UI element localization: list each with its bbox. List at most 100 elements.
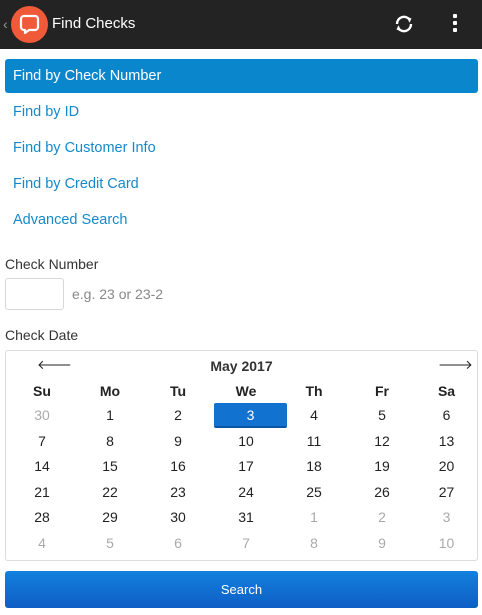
calendar-day[interactable]: 24 bbox=[214, 480, 278, 506]
calendar-day[interactable]: 5 bbox=[350, 403, 414, 429]
search-button[interactable]: Search bbox=[5, 571, 478, 608]
calendar-day[interactable]: 5 bbox=[78, 531, 142, 557]
overflow-menu-icon[interactable] bbox=[452, 14, 458, 34]
calendar-day[interactable]: 31 bbox=[214, 505, 278, 531]
calendar-day[interactable]: 14 bbox=[6, 454, 78, 480]
calendar-day[interactable]: 23 bbox=[142, 480, 214, 506]
calendar-week-row: 30 1 2 3 4 5 6 bbox=[6, 403, 477, 429]
check-number-input[interactable] bbox=[5, 278, 64, 310]
calendar-day-number: 5 bbox=[106, 534, 114, 551]
app-logo-icon[interactable] bbox=[11, 6, 48, 43]
calendar-day[interactable]: 1 bbox=[278, 505, 350, 531]
calendar-day[interactable]: 10 bbox=[414, 531, 479, 557]
nav-item-find-by-credit-card[interactable]: Find by Credit Card bbox=[5, 167, 478, 203]
calendar-day-number: 8 bbox=[310, 534, 318, 551]
calendar-day[interactable]: 9 bbox=[142, 429, 214, 455]
calendar-day-number: 6 bbox=[442, 407, 451, 423]
calendar-day-number: 19 bbox=[374, 458, 390, 475]
calendar-week-row: 28 29 30 31 1 2 3 bbox=[6, 505, 477, 531]
calendar-day-number: 30 bbox=[34, 407, 50, 423]
calendar-day[interactable]: 30 bbox=[6, 403, 78, 429]
calendar-day-number: 3 bbox=[442, 509, 451, 526]
nav-item-find-by-id[interactable]: Find by ID bbox=[5, 95, 478, 131]
calendar-day-number: 23 bbox=[170, 483, 186, 500]
calendar-day[interactable]: 12 bbox=[350, 429, 414, 455]
calendar-day[interactable]: 4 bbox=[6, 531, 78, 557]
calendar-day-number: 3 bbox=[214, 403, 287, 428]
calendar-day-selected[interactable]: 3 bbox=[214, 403, 287, 429]
calendar-day[interactable]: 3 bbox=[414, 505, 479, 531]
calendar-day-number: 14 bbox=[34, 458, 50, 475]
calendar-day[interactable]: 15 bbox=[78, 454, 142, 480]
calendar-day[interactable]: 8 bbox=[78, 429, 142, 455]
calendar-day[interactable]: 28 bbox=[6, 505, 78, 531]
calendar-day[interactable]: 18 bbox=[278, 454, 350, 480]
calendar-day[interactable]: 27 bbox=[414, 480, 479, 506]
calendar-day-number: 21 bbox=[34, 483, 50, 500]
calendar-day-number: 24 bbox=[238, 483, 254, 500]
calendar-day-number: 27 bbox=[438, 483, 455, 500]
calendar-day-number: 7 bbox=[38, 432, 46, 449]
calendar-day[interactable]: 10 bbox=[214, 429, 278, 455]
calendar-day-number: 8 bbox=[106, 432, 114, 449]
weekday-label: Fr bbox=[375, 383, 389, 399]
calendar-week-row: 14 15 16 17 18 19 20 bbox=[6, 454, 477, 480]
calendar-day[interactable]: 7 bbox=[214, 531, 278, 557]
calendar-month-label: May 2017 bbox=[210, 358, 273, 374]
calendar-day-number: 4 bbox=[38, 534, 46, 551]
calendar-day[interactable]: 19 bbox=[350, 454, 414, 480]
next-month-button[interactable]: 🡒 bbox=[438, 357, 473, 373]
app-bar: ‹ Find Checks bbox=[0, 0, 482, 49]
calendar-day[interactable]: 6 bbox=[142, 531, 214, 557]
calendar-day-number: 31 bbox=[238, 509, 254, 526]
calendar-day-number: 9 bbox=[378, 534, 386, 551]
calendar-day[interactable]: 21 bbox=[6, 480, 78, 506]
calendar-day[interactable]: 2 bbox=[142, 403, 214, 429]
nav-item-find-by-check-number[interactable]: Find by Check Number bbox=[5, 59, 478, 93]
calendar-day[interactable]: 4 bbox=[278, 403, 350, 429]
calendar-day[interactable]: 25 bbox=[278, 480, 350, 506]
refresh-icon[interactable] bbox=[393, 13, 415, 35]
calendar-day[interactable]: 16 bbox=[142, 454, 214, 480]
calendar-day[interactable]: 11 bbox=[278, 429, 350, 455]
nav-item-advanced-search[interactable]: Advanced Search bbox=[5, 203, 478, 239]
calendar-day[interactable]: 22 bbox=[78, 480, 142, 506]
calendar-day[interactable]: 8 bbox=[278, 531, 350, 557]
calendar-day[interactable]: 30 bbox=[142, 505, 214, 531]
weekday-header-row: Su Mo Tu We Th Fr Sa bbox=[6, 381, 477, 403]
calendar-day[interactable]: 7 bbox=[6, 429, 78, 455]
check-number-label: Check Number bbox=[5, 256, 99, 272]
calendar-day-number: 1 bbox=[310, 509, 318, 526]
calendar-day-number: 7 bbox=[242, 534, 250, 551]
calendar-day[interactable]: 9 bbox=[350, 531, 414, 557]
calendar-day-number: 10 bbox=[238, 432, 254, 449]
calendar-day[interactable]: 6 bbox=[414, 403, 479, 429]
calendar-day-number: 26 bbox=[374, 483, 390, 500]
calendar-day-number: 16 bbox=[170, 458, 186, 475]
calendar-day-number: 5 bbox=[378, 407, 386, 423]
calendar-day-number: 20 bbox=[438, 458, 455, 475]
calendar-day[interactable]: 1 bbox=[78, 403, 142, 429]
calendar-day-number: 2 bbox=[378, 509, 386, 526]
back-chevron-icon[interactable]: ‹ bbox=[3, 16, 8, 32]
calendar-day[interactable]: 17 bbox=[214, 454, 278, 480]
calendar-day-number: 1 bbox=[106, 407, 114, 423]
check-date-label: Check Date bbox=[5, 327, 79, 343]
date-picker-calendar: 🡐 May 2017 🡒 Su Mo Tu We Th Fr Sa 30 1 2 3 4 5 6 7 8 9 10… bbox=[5, 350, 478, 561]
weekday-label: Su bbox=[33, 383, 51, 399]
calendar-day-number: 30 bbox=[170, 509, 186, 526]
calendar-day[interactable]: 13 bbox=[414, 429, 479, 455]
weekday-label: Mo bbox=[99, 383, 121, 399]
calendar-week-row: 21 22 23 24 25 26 27 bbox=[6, 480, 477, 506]
nav-item-find-by-customer-info[interactable]: Find by Customer Info bbox=[5, 131, 478, 167]
calendar-day-number: 29 bbox=[102, 509, 118, 526]
calendar-day[interactable]: 26 bbox=[350, 480, 414, 506]
calendar-header: 🡐 May 2017 🡒 bbox=[6, 357, 477, 375]
calendar-day[interactable]: 29 bbox=[78, 505, 142, 531]
calendar-day-number: 6 bbox=[174, 534, 182, 551]
calendar-day[interactable]: 20 bbox=[414, 454, 479, 480]
calendar-day-number: 15 bbox=[102, 458, 118, 475]
search-mode-nav: Find by Check Number Find by ID Find by Cu… bbox=[5, 59, 478, 239]
weekday-label: Sa bbox=[437, 383, 456, 399]
calendar-day[interactable]: 2 bbox=[350, 505, 414, 531]
